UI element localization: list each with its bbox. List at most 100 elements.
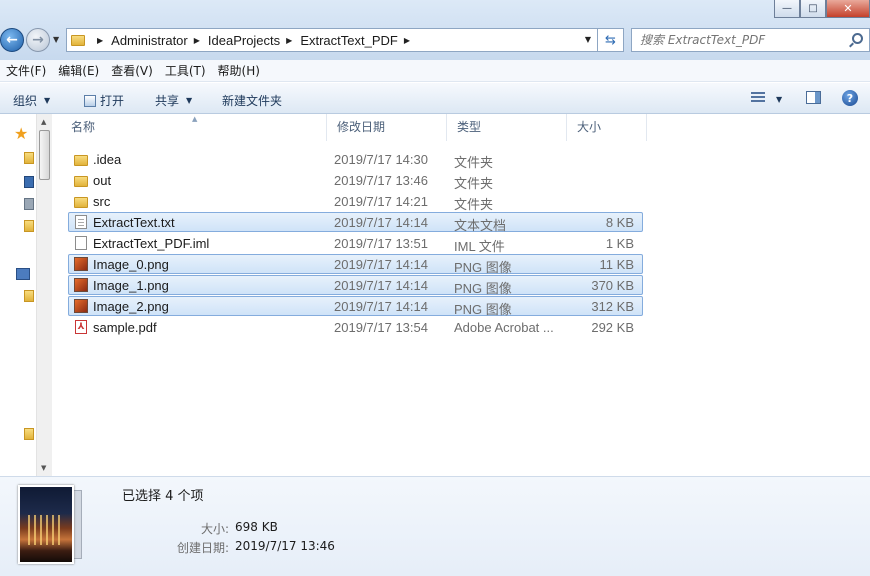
new-folder-button[interactable]: 新建文件夹 (222, 92, 282, 109)
file-name: ExtractText.txt (93, 215, 175, 230)
file-name: Image_0.png (93, 257, 169, 272)
column-size[interactable]: 大小 (567, 114, 647, 141)
network-folder-icon[interactable] (24, 290, 34, 302)
txt-file-icon (75, 215, 87, 229)
selection-count: 已选择 4 个项 (122, 489, 204, 504)
refresh-button[interactable]: ⇆ (598, 28, 624, 52)
views-dropdown-icon[interactable]: ▼ (776, 95, 782, 104)
file-type: PNG 图像 (454, 281, 512, 296)
file-date: 2019/7/17 14:14 (334, 299, 428, 314)
file-name: Image_1.png (93, 278, 169, 293)
help-icon[interactable]: ? (842, 90, 858, 106)
size-label: 大小: (200, 522, 229, 536)
recent-places-icon[interactable] (24, 198, 34, 210)
favorites-star-icon[interactable]: ★ (14, 124, 28, 143)
views-icon[interactable] (751, 92, 765, 103)
forward-arrow-icon: → (32, 32, 44, 48)
scroll-down-icon[interactable]: ▼ (41, 464, 46, 472)
menu-edit[interactable]: 编辑(E) (52, 62, 105, 79)
file-date: 2019/7/17 14:21 (334, 194, 428, 209)
file-name: .idea (93, 152, 122, 167)
breadcrumb-separator-icon[interactable]: ▶ (97, 36, 103, 45)
file-date: 2019/7/17 13:54 (334, 320, 428, 335)
menu-view[interactable]: 查看(V) (105, 62, 159, 79)
file-row[interactable]: out 2019/7/17 13:46 文件夹 (68, 170, 643, 191)
maximize-button[interactable]: □ (800, 0, 826, 18)
details-pane: 已选择 4 个项 大小: 698 KB 创建日期: 2019/7/17 13:4… (0, 476, 870, 576)
organize-button[interactable]: 组织 ▼ (13, 92, 50, 109)
file-name: src (93, 194, 111, 209)
breadcrumb-administrator[interactable]: Administrator (111, 33, 188, 48)
file-row[interactable]: .idea 2019/7/17 14:30 文件夹 (68, 149, 643, 170)
breadcrumb-separator-icon[interactable]: ▶ (404, 36, 410, 45)
file-type: PNG 图像 (454, 260, 512, 275)
share-label: 共享 (155, 94, 180, 108)
file-row[interactable]: ⅄ sample.pdf 2019/7/17 13:54 Adobe Acrobat … (68, 317, 643, 337)
file-row[interactable]: src 2019/7/17 14:21 文件夹 (68, 191, 643, 212)
scroll-thumb[interactable] (39, 130, 50, 180)
address-history-dropdown-icon[interactable]: ▼ (585, 35, 591, 44)
file-row[interactable]: Image_2.png 2019/7/17 14:14 PNG 图像 312 KB (68, 296, 643, 317)
breadcrumb-ideaprojects[interactable]: IdeaProjects (208, 33, 280, 48)
menu-file[interactable]: 文件(F) (0, 62, 52, 79)
forward-button[interactable]: → (26, 28, 50, 52)
menu-bar: 文件(F) 编辑(E) 查看(V) 工具(T) 帮助(H) (0, 60, 870, 82)
file-date: 2019/7/17 13:46 (334, 173, 428, 188)
chevron-down-icon: ▼ (44, 96, 51, 105)
folder-file-icon (74, 155, 88, 166)
open-button[interactable]: 打开 (84, 92, 124, 109)
back-button[interactable]: ← (0, 28, 24, 52)
column-header: ▲ 名称 修改日期 类型 大小 (53, 114, 870, 141)
search-box[interactable] (631, 28, 870, 52)
file-date: 2019/7/17 13:51 (334, 236, 428, 251)
search-icon[interactable] (852, 33, 863, 44)
file-type: 文件夹 (454, 197, 494, 212)
file-name: ExtractText_PDF.iml (93, 236, 210, 251)
scroll-up-icon[interactable]: ▲ (41, 118, 46, 126)
file-size: 292 KB (591, 320, 634, 335)
close-icon: ✕ (843, 2, 853, 15)
file-date: 2019/7/17 14:14 (334, 278, 428, 293)
breadcrumb-separator-icon[interactable]: ▶ (286, 36, 292, 45)
file-name: Image_2.png (93, 299, 169, 314)
preview-pane-icon[interactable] (806, 91, 821, 104)
column-type[interactable]: 类型 (447, 114, 567, 141)
search-input[interactable] (640, 33, 845, 47)
file-row[interactable]: Image_1.png 2019/7/17 14:14 PNG 图像 370 KB (68, 275, 643, 296)
close-button[interactable]: ✕ (826, 0, 870, 18)
title-address-bar: — □ ✕ ← → ▼ ▶ Administrator ▶ IdeaProjec… (0, 0, 870, 60)
address-bar[interactable]: ▶ Administrator ▶ IdeaProjects ▶ Extract… (66, 28, 598, 52)
file-row[interactable]: Image_0.png 2019/7/17 14:14 PNG 图像 11 KB (68, 254, 643, 275)
file-row[interactable]: ExtractText.txt 2019/7/17 14:14 文本文档 8 KB (68, 212, 643, 233)
column-date[interactable]: 修改日期 (327, 114, 447, 141)
folder-icon[interactable] (24, 152, 34, 164)
column-name[interactable]: 名称 (61, 114, 327, 141)
file-type: PNG 图像 (454, 302, 512, 317)
menu-help[interactable]: 帮助(H) (212, 62, 266, 79)
breadcrumb-extracttext-pdf[interactable]: ExtractText_PDF (300, 33, 398, 48)
file-size: 312 KB (591, 299, 634, 314)
minimize-icon: — (782, 2, 792, 14)
menu-tools[interactable]: 工具(T) (159, 62, 212, 79)
minimize-button[interactable]: — (774, 0, 800, 18)
window-controls: — □ ✕ (774, 0, 870, 18)
folder-icon[interactable] (24, 220, 34, 232)
breadcrumb-separator-icon[interactable]: ▶ (194, 36, 200, 45)
png-file-icon (74, 257, 88, 271)
file-type: 文件夹 (454, 176, 494, 191)
file-size: 370 KB (591, 278, 634, 293)
file-type: IML 文件 (454, 239, 505, 254)
computer-icon[interactable] (16, 268, 30, 280)
new-folder-label: 新建文件夹 (222, 94, 283, 108)
file-name: out (93, 173, 112, 188)
file-row[interactable]: ExtractText_PDF.iml 2019/7/17 13:51 IML 文件… (68, 233, 643, 254)
folder-icon[interactable] (24, 428, 34, 440)
file-name: sample.pdf (93, 320, 157, 335)
nav-scrollbar[interactable]: ▲ ▼ (36, 114, 52, 476)
recent-pages-dropdown-icon[interactable]: ▼ (53, 35, 59, 44)
share-button[interactable]: 共享 ▼ (155, 92, 192, 109)
open-icon (84, 94, 96, 107)
open-label: 打开 (100, 94, 125, 108)
file-date: 2019/7/17 14:30 (334, 152, 428, 167)
desktop-icon[interactable] (24, 176, 34, 188)
